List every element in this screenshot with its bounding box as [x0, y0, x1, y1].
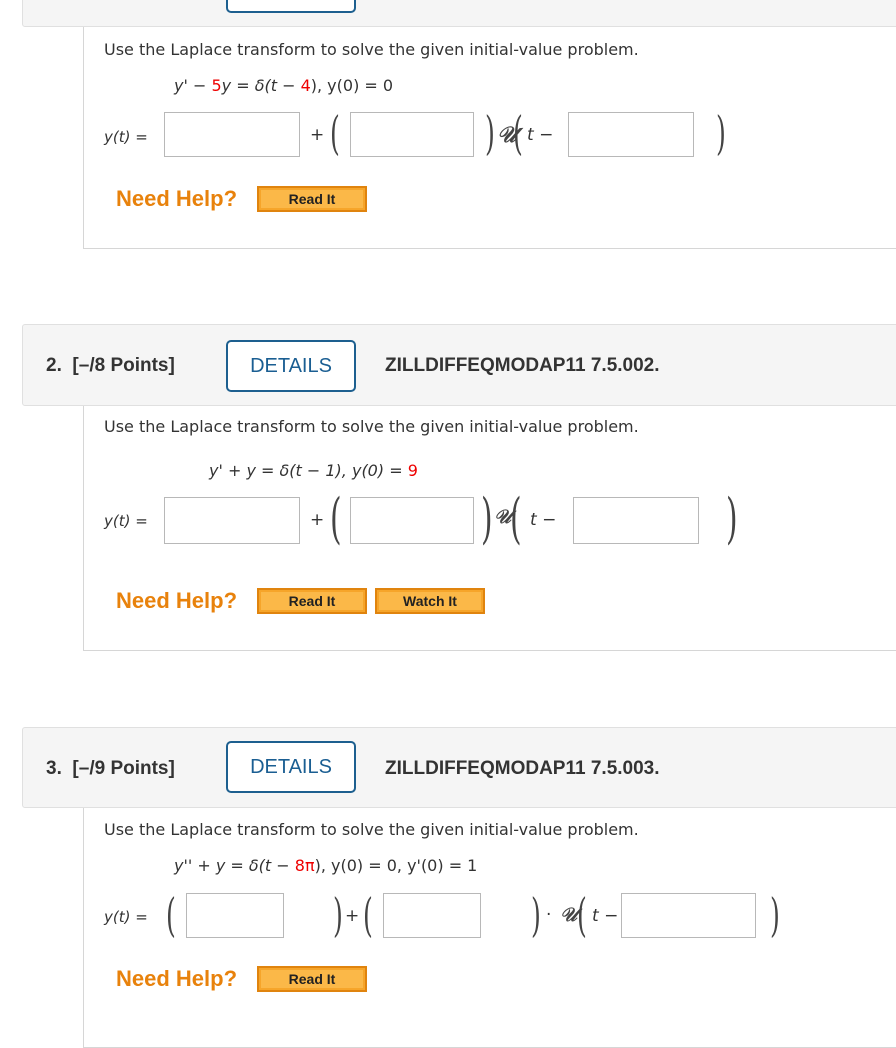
answer-label: y(t) = [104, 512, 148, 530]
read-it-button[interactable]: Read It [257, 966, 367, 992]
open-paren: ( [330, 106, 340, 160]
eq-part: y'' + y = δ(t − [174, 856, 295, 875]
eq-part: y' + y = δ(t − 1), y(0) = [209, 461, 408, 480]
answer-input-1[interactable] [186, 893, 284, 938]
answer-input-1[interactable] [164, 112, 300, 157]
eq-part: ), y(0) = 0 [310, 76, 394, 95]
details-button[interactable]: DETAILS [226, 340, 356, 392]
eq-part: y = δ(t − [221, 76, 301, 95]
problem-number: 3. [–/9 Points] [46, 758, 175, 780]
t-minus: t − [592, 906, 619, 926]
problem-code: ZILLDIFFEQMODAP11 7.5.003. [385, 758, 660, 779]
t-minus: t − [527, 125, 554, 145]
plus-sign: + [345, 906, 360, 926]
dot-operator: · [546, 905, 552, 925]
answer-input-2[interactable] [383, 893, 481, 938]
open-paren: ( [513, 106, 523, 160]
close-paren: ) [726, 487, 738, 550]
need-help-label: Need Help? [116, 966, 238, 991]
points: [–/9 Points] [72, 758, 175, 779]
eq-shift: 4 [300, 76, 311, 95]
close-paren: ) [531, 888, 541, 942]
eq-coefficient: 5 [211, 76, 222, 95]
open-paren: ( [166, 888, 176, 942]
eq-part: y' − [174, 76, 212, 95]
watch-it-button[interactable]: Watch It [375, 588, 485, 614]
number: 2. [46, 355, 62, 376]
eq-initial-value: 9 [407, 461, 418, 480]
problem1-header [22, 0, 896, 27]
read-it-button[interactable]: Read It [257, 588, 367, 614]
problem2-header: 2. [–/8 Points] DETAILS ZILLDIFFEQMODAP1… [22, 324, 896, 406]
open-paren: ( [577, 888, 587, 942]
plus-sign: + [310, 510, 325, 530]
problem3-header: 3. [–/9 Points] DETAILS ZILLDIFFEQMODAP1… [22, 727, 896, 808]
open-paren: ( [510, 487, 522, 550]
close-paren: ) [485, 106, 495, 160]
answer-input-3[interactable] [573, 497, 699, 544]
points: [–/8 Points] [72, 355, 175, 376]
problem3-prompt: Use the Laplace transform to solve the g… [104, 820, 639, 839]
problem2-equation: y' + y = δ(t − 1), y(0) = 9 [209, 461, 418, 480]
close-paren: ) [716, 106, 726, 160]
close-paren: ) [770, 888, 780, 942]
t-minus: t − [530, 510, 557, 530]
answer-label: y(t) = [104, 908, 148, 926]
problem1-details-button[interactable] [226, 0, 356, 13]
details-button[interactable]: DETAILS [226, 741, 356, 793]
problem3-equation: y'' + y = δ(t − 8π), y(0) = 0, y'(0) = 1 [174, 856, 477, 875]
number: 3. [46, 758, 62, 779]
problem1-prompt: Use the Laplace transform to solve the g… [104, 40, 639, 59]
need-help-label: Need Help? [116, 186, 238, 211]
close-paren: ) [333, 888, 343, 942]
answer-input-2[interactable] [350, 112, 474, 157]
answer-input-1[interactable] [164, 497, 300, 544]
eq-part: ), y(0) = 0, y'(0) = 1 [314, 856, 478, 875]
answer-input-2[interactable] [350, 497, 474, 544]
unit-step-symbol: 𝒰 [494, 506, 512, 528]
problem2-prompt: Use the Laplace transform to solve the g… [104, 417, 639, 436]
problem-code: ZILLDIFFEQMODAP11 7.5.002. [385, 355, 660, 376]
answer-label: y(t) = [104, 128, 148, 146]
open-paren: ( [330, 487, 342, 550]
unit-step-symbol: 𝒰 [560, 904, 578, 926]
need-help-label: Need Help? [116, 588, 238, 613]
read-it-button[interactable]: Read It [257, 186, 367, 212]
open-paren: ( [363, 888, 373, 942]
eq-shift: 8π [294, 856, 315, 875]
plus-sign: + [310, 125, 325, 145]
problem-number: 2. [–/8 Points] [46, 355, 175, 377]
problem1-equation: y' − 5y = δ(t − 4), y(0) = 0 [174, 76, 393, 95]
close-paren: ) [481, 487, 493, 550]
answer-input-3[interactable] [621, 893, 756, 938]
answer-input-3[interactable] [568, 112, 694, 157]
